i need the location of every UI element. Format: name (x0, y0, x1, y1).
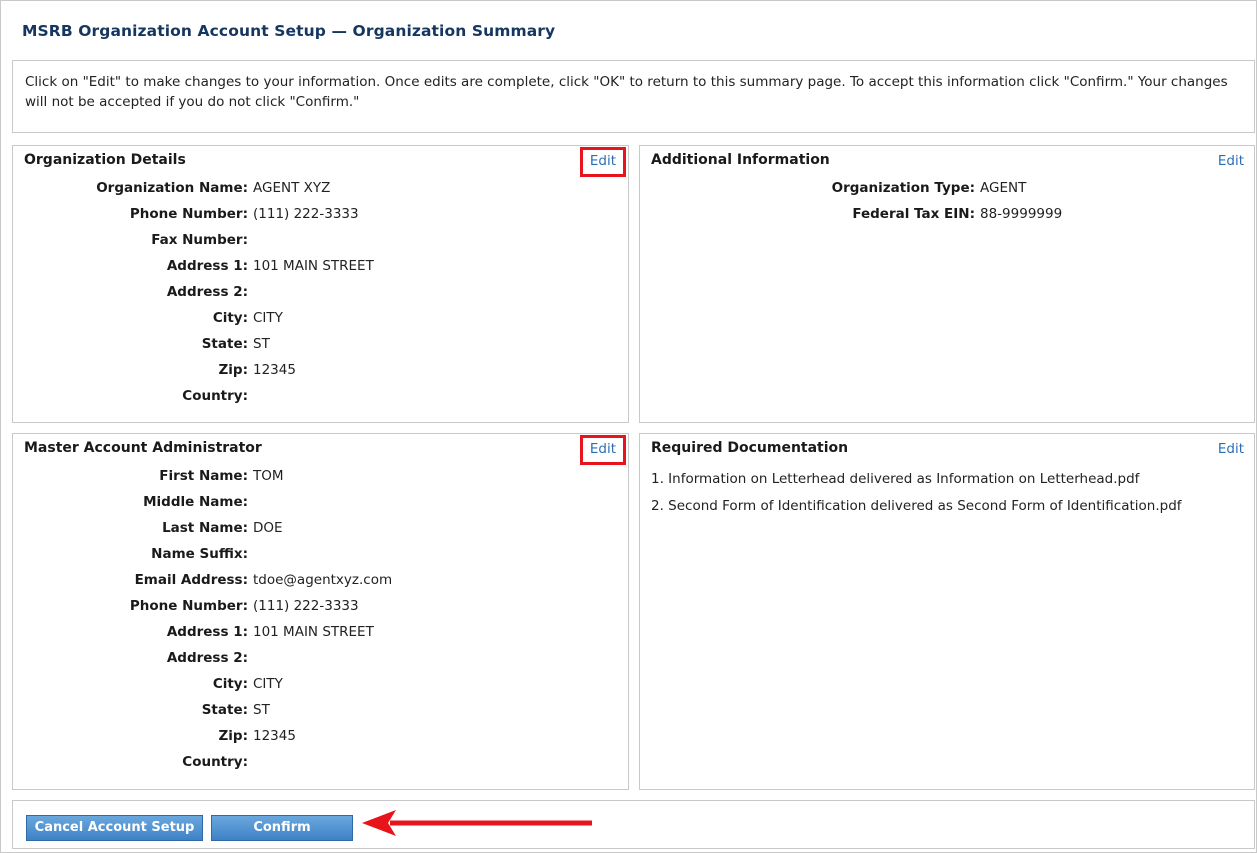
field-label: First Name: (159, 468, 248, 484)
field-row: Phone Number: (111) 222-3333 (13, 598, 628, 624)
field-label: Middle Name: (143, 494, 248, 510)
field-label: State: (201, 702, 248, 718)
field-row: City: CITY (13, 310, 628, 336)
field-label: Zip: (218, 362, 248, 378)
field-value: 12345 (253, 728, 296, 744)
cancel-account-setup-button[interactable]: Cancel Account Setup (26, 815, 203, 841)
field-label: City: (212, 676, 248, 692)
organization-details-fields: Organization Name: AGENT XYZ Phone Number… (13, 180, 628, 414)
field-label: Name Suffix: (151, 546, 248, 562)
field-label: Country: (182, 754, 248, 770)
field-row: City: CITY (13, 676, 628, 702)
field-value: 101 MAIN STREET (253, 624, 374, 640)
document-item: 2. Second Form of Identification deliver… (651, 498, 1182, 514)
field-value: (111) 222-3333 (253, 598, 359, 614)
field-value: CITY (253, 310, 283, 326)
field-label: Last Name: (162, 520, 248, 536)
field-label: Organization Name: (96, 180, 248, 196)
organization-details-panel: Organization Details Edit Organization N… (12, 145, 629, 423)
field-value: (111) 222-3333 (253, 206, 359, 222)
additional-information-panel: Additional Information Edit Organization… (639, 145, 1255, 423)
required-documentation-edit-link[interactable]: Edit (1218, 441, 1244, 457)
field-row: First Name: TOM (13, 468, 628, 494)
field-row: Address 1: 101 MAIN STREET (13, 258, 628, 284)
instructions-text: Click on "Edit" to make changes to your … (25, 74, 1228, 110)
field-row: Address 1: 101 MAIN STREET (13, 624, 628, 650)
document-item: 1. Information on Letterhead delivered a… (651, 471, 1140, 487)
field-row: Phone Number: (111) 222-3333 (13, 206, 628, 232)
additional-information-edit-link[interactable]: Edit (1218, 153, 1244, 169)
additional-information-title: Additional Information (651, 152, 830, 168)
field-label: State: (201, 336, 248, 352)
field-label: Organization Type: (831, 180, 975, 196)
field-row: Middle Name: (13, 494, 628, 520)
field-label: Email Address: (134, 572, 248, 588)
field-row: Zip: 12345 (13, 362, 628, 388)
field-row: Country: (13, 754, 628, 780)
field-label: Fax Number: (151, 232, 248, 248)
field-value: tdoe@agentxyz.com (253, 572, 393, 588)
field-row: State: ST (13, 702, 628, 728)
organization-details-edit-link[interactable]: Edit (579, 147, 626, 177)
field-value: 12345 (253, 362, 296, 378)
field-row: Address 2: (13, 650, 628, 676)
field-row: Organization Type: AGENT (640, 180, 1254, 206)
field-value: TOM (253, 468, 284, 484)
field-label: Address 2: (166, 284, 248, 300)
additional-information-fields: Organization Type: AGENT Federal Tax EIN:… (640, 180, 1254, 232)
field-value: DOE (253, 520, 283, 536)
instructions-panel: Click on "Edit" to make changes to your … (12, 60, 1255, 133)
field-row: Last Name: DOE (13, 520, 628, 546)
field-row: Federal Tax EIN: 88-9999999 (640, 206, 1254, 232)
master-account-administrator-edit-link[interactable]: Edit (579, 435, 626, 465)
confirm-button[interactable]: Confirm (211, 815, 353, 841)
master-account-administrator-panel: Master Account Administrator Edit First … (12, 433, 629, 790)
field-label: Address 1: (166, 258, 248, 274)
field-row: Organization Name: AGENT XYZ (13, 180, 628, 206)
field-value: 101 MAIN STREET (253, 258, 374, 274)
field-value: AGENT XYZ (253, 180, 331, 196)
field-label: Address 1: (166, 624, 248, 640)
field-row: State: ST (13, 336, 628, 362)
field-row: Email Address: tdoe@agentxyz.com (13, 572, 628, 598)
master-account-administrator-title: Master Account Administrator (24, 440, 262, 456)
page-title: MSRB Organization Account Setup — Organi… (22, 22, 556, 40)
field-row: Country: (13, 388, 628, 414)
field-value: ST (253, 336, 270, 352)
organization-details-title: Organization Details (24, 152, 186, 168)
field-label: Zip: (218, 728, 248, 744)
field-value: AGENT (980, 180, 1027, 196)
field-label: Address 2: (166, 650, 248, 666)
field-row: Fax Number: (13, 232, 628, 258)
field-label: Federal Tax EIN: (852, 206, 975, 222)
field-label: Country: (182, 388, 248, 404)
field-row: Zip: 12345 (13, 728, 628, 754)
required-documentation-panel: Required Documentation Edit 1. Informati… (639, 433, 1255, 790)
required-documentation-list: 1. Information on Letterhead delivered a… (651, 471, 1238, 525)
field-row: Address 2: (13, 284, 628, 310)
field-value: CITY (253, 676, 283, 692)
field-label: City: (212, 310, 248, 326)
master-account-administrator-fields: First Name: TOM Middle Name: Last Name: DO… (13, 468, 628, 780)
footer-actions-panel: Cancel Account Setup Confirm (12, 800, 1255, 849)
required-documentation-title: Required Documentation (651, 440, 849, 456)
red-arrow-annotation (362, 810, 592, 836)
field-row: Name Suffix: (13, 546, 628, 572)
field-label: Phone Number: (129, 598, 248, 614)
field-value: 88-9999999 (980, 206, 1063, 222)
field-value: ST (253, 702, 270, 718)
field-label: Phone Number: (129, 206, 248, 222)
